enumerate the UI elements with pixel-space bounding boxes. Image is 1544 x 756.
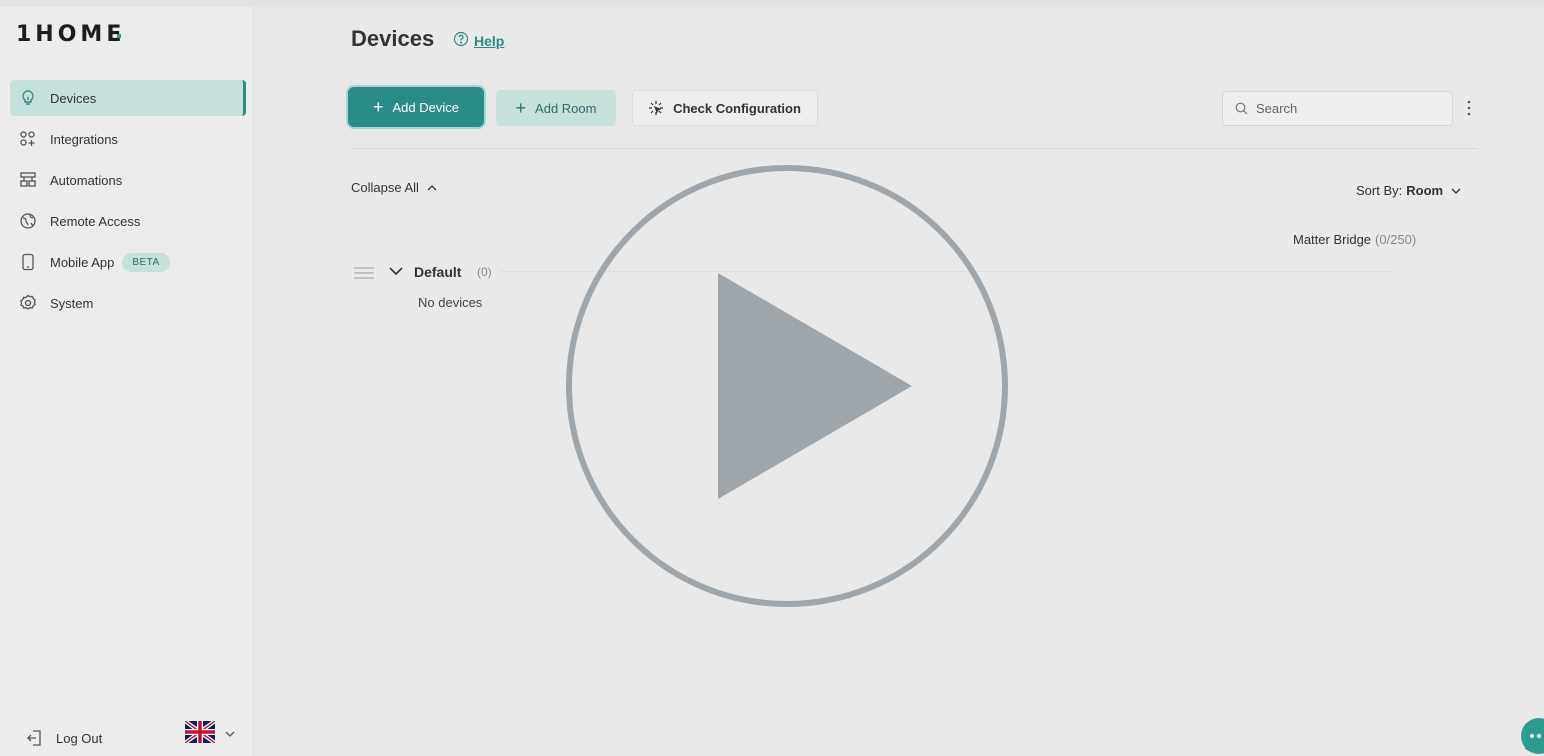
logout-button[interactable]: Log Out <box>26 729 102 747</box>
sidebar-item-label: Remote Access <box>50 213 141 229</box>
toolbar-divider <box>351 148 1478 149</box>
logout-label: Log Out <box>56 730 103 746</box>
sidebar-item-devices[interactable]: Devices <box>10 80 246 116</box>
sparkle-cursor-icon <box>649 101 664 115</box>
sidebar-item-mobile-app[interactable]: Mobile App BETA <box>10 244 246 280</box>
add-device-button[interactable]: + Add Device <box>350 89 482 125</box>
chat-bubble-icon[interactable] <box>1519 716 1544 756</box>
plus-icon: + <box>515 98 527 118</box>
uk-flag-icon[interactable] <box>185 721 215 743</box>
more-options-icon[interactable] <box>1463 99 1475 117</box>
plus-icon: + <box>373 97 384 117</box>
logout-icon <box>26 729 44 747</box>
search-icon <box>1235 102 1248 115</box>
check-configuration-label: Check Configuration <box>673 100 801 116</box>
beta-badge: BETA <box>122 252 170 272</box>
phone-icon <box>19 253 37 271</box>
add-room-label: Add Room <box>535 100 597 116</box>
page-title: Devices <box>351 26 435 51</box>
collapse-all-button[interactable]: Collapse All <box>351 180 437 195</box>
search-placeholder: Search <box>1256 101 1298 116</box>
search-input[interactable]: Search <box>1222 91 1453 126</box>
sidebar-item-automations[interactable]: Automations <box>10 162 246 198</box>
sidebar-nav: Devices Integrations Automations Remote … <box>10 80 246 326</box>
matter-bridge-status: Matter Bridge (0/250) <box>1293 232 1416 247</box>
play-icon[interactable] <box>565 164 1009 608</box>
sidebar-item-integrations[interactable]: Integrations <box>10 121 246 157</box>
bulb-icon <box>19 89 37 107</box>
sidebar-item-label: Devices <box>50 90 97 106</box>
top-strip <box>0 0 1544 7</box>
matter-bridge-count: (0/250) <box>1375 232 1417 247</box>
chevron-up-icon <box>427 184 437 192</box>
sidebar-item-label: Mobile App <box>50 254 115 270</box>
sort-by-label: Sort By: <box>1356 183 1403 198</box>
gear-icon <box>19 294 37 312</box>
room-chevron-down-icon[interactable] <box>388 265 404 277</box>
language-chevron-down-icon[interactable] <box>224 729 236 739</box>
sidebar-item-remote-access[interactable]: Remote Access <box>10 203 246 239</box>
help-label: Help <box>474 32 505 49</box>
sort-by-dropdown[interactable]: Sort By: Room <box>1356 183 1461 198</box>
add-room-button[interactable]: + Add Room <box>496 90 616 126</box>
room-name[interactable]: Default <box>414 264 461 280</box>
sidebar-item-system[interactable]: System <box>10 285 246 321</box>
sort-by-value: Room <box>1406 183 1444 198</box>
sidebar-item-label: System <box>50 295 94 311</box>
help-circle-icon <box>453 31 469 50</box>
add-device-label: Add Device <box>392 99 459 115</box>
globe-icon <box>19 212 37 230</box>
chevron-down-icon <box>1451 187 1461 195</box>
sidebar: 1HOME Devices Integrations Automations R… <box>0 7 254 756</box>
sidebar-item-label: Automations <box>50 172 123 188</box>
matter-bridge-label: Matter Bridge <box>1293 232 1372 247</box>
app-logo[interactable]: 1HOME <box>16 22 125 47</box>
help-link[interactable]: Help <box>453 31 504 50</box>
grid-plus-icon <box>19 130 37 148</box>
room-device-count: (0) <box>477 265 492 279</box>
empty-room-text: No devices <box>418 295 483 310</box>
drag-handle-icon[interactable] <box>354 266 374 280</box>
check-configuration-button[interactable]: Check Configuration <box>632 90 818 126</box>
collapse-all-label: Collapse All <box>351 180 419 195</box>
sidebar-item-label: Integrations <box>50 131 118 147</box>
flow-icon <box>19 171 37 189</box>
